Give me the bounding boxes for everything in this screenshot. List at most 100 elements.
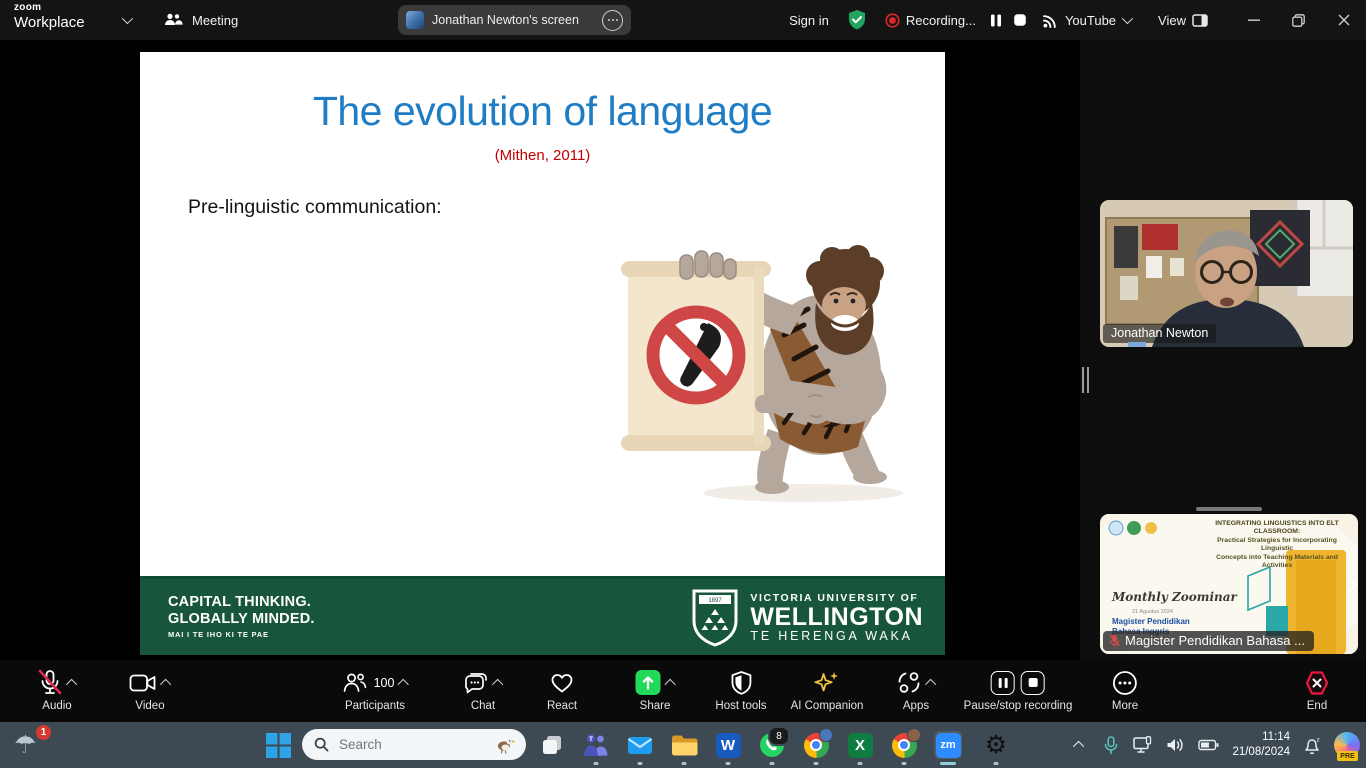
apps-label: Apps (903, 700, 929, 712)
clock-date[interactable]: 11:14 21/08/2024 (1232, 722, 1290, 768)
gear-icon: ⚙ (985, 731, 1007, 759)
react-button[interactable]: React (547, 667, 577, 712)
participants-button[interactable]: 100 Participants (342, 667, 409, 712)
thumb-name-text: Magister Pendidikan Bahasa ... (1125, 633, 1305, 648)
tray-expand-button[interactable] (1071, 722, 1089, 768)
stop-recording-icon[interactable] (1021, 671, 1045, 695)
university-shield-icon: 1897 (692, 589, 738, 647)
audio-label: Audio (42, 700, 71, 712)
sign-in-button[interactable]: Sign in (780, 0, 838, 40)
meeting-tab-label: Meeting (192, 13, 238, 28)
youtube-label: YouTube (1065, 13, 1116, 28)
recording-indicator: Recording... (876, 0, 985, 40)
video-options-chevron[interactable] (160, 678, 171, 689)
presentation-slide: The evolution of language (Mithen, 2011)… (140, 52, 945, 655)
university-tagline: CAPITAL THINKING. GLOBALLY MINDED. MAI I… (168, 594, 315, 640)
teams-app-icon[interactable]: T (582, 731, 610, 759)
shared-screen-options-icon[interactable] (602, 10, 623, 31)
whatsapp-badge: 8 (768, 726, 790, 746)
view-button[interactable]: View (1149, 0, 1217, 40)
participant-video-magister[interactable]: INTEGRATING LINGUISTICS INTO ELT CLASSRO… (1100, 514, 1358, 654)
tray-cast-display-icon[interactable] (1133, 722, 1153, 768)
chrome2-app-icon[interactable] (890, 731, 918, 759)
tagline-line1: CAPITAL THINKING. (168, 594, 315, 611)
word-app-icon[interactable]: W (714, 731, 742, 759)
more-ellipsis-icon (1112, 670, 1138, 696)
tray-time: 11:14 (1262, 731, 1290, 743)
task-view-button[interactable] (538, 731, 566, 759)
pause-recording-icon[interactable] (991, 671, 1015, 695)
ai-companion-button[interactable]: AI Companion (791, 667, 864, 712)
weather-notification-badge: 1 (36, 725, 51, 740)
notification-bell-icon[interactable]: z (1303, 722, 1321, 768)
tray-battery-icon[interactable] (1198, 722, 1219, 768)
tab-meeting[interactable]: Meeting (158, 0, 244, 40)
close-button[interactable] (1321, 0, 1366, 40)
maximize-button[interactable] (1276, 0, 1321, 40)
tray-microphone-icon[interactable] (1102, 722, 1120, 768)
taskbar-search[interactable] (302, 729, 526, 760)
recording-dot-icon (885, 13, 900, 28)
apps-options-chevron[interactable] (925, 678, 936, 689)
svg-text:T: T (589, 736, 593, 743)
participants-options-chevron[interactable] (397, 678, 408, 689)
security-shield-icon[interactable] (838, 0, 876, 40)
pause-stop-recording-button[interactable]: Pause/stop recording (964, 667, 1073, 712)
shared-screen-pill[interactable]: Jonathan Newton's screen (398, 5, 631, 35)
video-button[interactable]: Video (129, 667, 171, 712)
next-videos-button[interactable] (1340, 570, 1358, 598)
chat-options-chevron[interactable] (492, 678, 503, 689)
windows-logo-icon (266, 733, 291, 758)
zoom-app-icon[interactable]: zm (934, 731, 962, 759)
heart-icon (549, 671, 575, 695)
zoom-workplace-window: zoom Workplace Meeting Jonathan Newton's… (0, 0, 1366, 768)
settings-app-icon[interactable]: ⚙ (982, 731, 1010, 759)
apps-button[interactable]: Apps (896, 667, 936, 712)
audio-button[interactable]: Audio (37, 667, 77, 712)
tray-volume-icon[interactable] (1166, 722, 1185, 768)
copilot-button[interactable]: PRE (1334, 722, 1360, 768)
search-highlight-bird-icon (494, 735, 516, 755)
workspace-chevron-down-icon[interactable] (122, 13, 133, 24)
end-button[interactable]: End (1303, 667, 1331, 712)
livestream-menu[interactable]: YouTube (1033, 0, 1139, 40)
pause-icon (989, 13, 1003, 28)
filmstrip-scrollbar[interactable] (1196, 507, 1262, 511)
whatsapp-app-icon[interactable]: 8 (758, 731, 786, 759)
start-button[interactable] (264, 731, 292, 759)
zoom-workplace-logo: zoom Workplace (14, 3, 85, 30)
zoom-icon: zm (936, 733, 961, 758)
svg-text:1897: 1897 (709, 598, 723, 604)
search-input[interactable] (337, 736, 486, 753)
share-button[interactable]: Share (635, 667, 676, 712)
host-tools-shield-icon (729, 670, 753, 696)
mic-muted-icon (1109, 634, 1120, 647)
participant-video-jonathan[interactable]: Jonathan Newton (1100, 200, 1353, 347)
share-options-chevron[interactable] (664, 678, 675, 689)
youtube-chevron-down-icon (1122, 13, 1133, 24)
broadcast-icon (1042, 12, 1059, 29)
windows-taskbar: ☂ 1 (0, 722, 1366, 768)
sign-in-label: Sign in (789, 13, 829, 28)
audio-options-chevron[interactable] (66, 678, 77, 689)
recording-label: Recording... (906, 13, 976, 28)
minimize-button[interactable] (1231, 0, 1276, 40)
weather-widget[interactable]: ☂ 1 (14, 727, 54, 763)
poster-org-line1: Magister Pendidikan (1112, 617, 1190, 626)
more-button[interactable]: More (1112, 667, 1138, 712)
chrome-app-icon[interactable] (802, 731, 830, 759)
mail-app-icon[interactable] (626, 731, 654, 759)
host-tools-button[interactable]: Host tools (715, 667, 766, 712)
uni-line3: TE HERENGA WAKA (750, 630, 923, 643)
slide-title: The evolution of language (140, 88, 945, 135)
pause-recording-button[interactable] (985, 0, 1007, 40)
camera-icon (129, 672, 157, 694)
pause-stop-label: Pause/stop recording (964, 700, 1073, 712)
file-explorer-icon[interactable] (670, 731, 698, 759)
chat-button[interactable]: Chat (463, 667, 503, 712)
poster-sub-line1: Practical Strategies for Incorporating L… (1217, 537, 1337, 552)
stop-recording-button[interactable] (1007, 0, 1033, 40)
panel-resize-handle[interactable] (1082, 367, 1089, 393)
react-label: React (547, 700, 577, 712)
excel-app-icon[interactable]: X (846, 731, 874, 759)
